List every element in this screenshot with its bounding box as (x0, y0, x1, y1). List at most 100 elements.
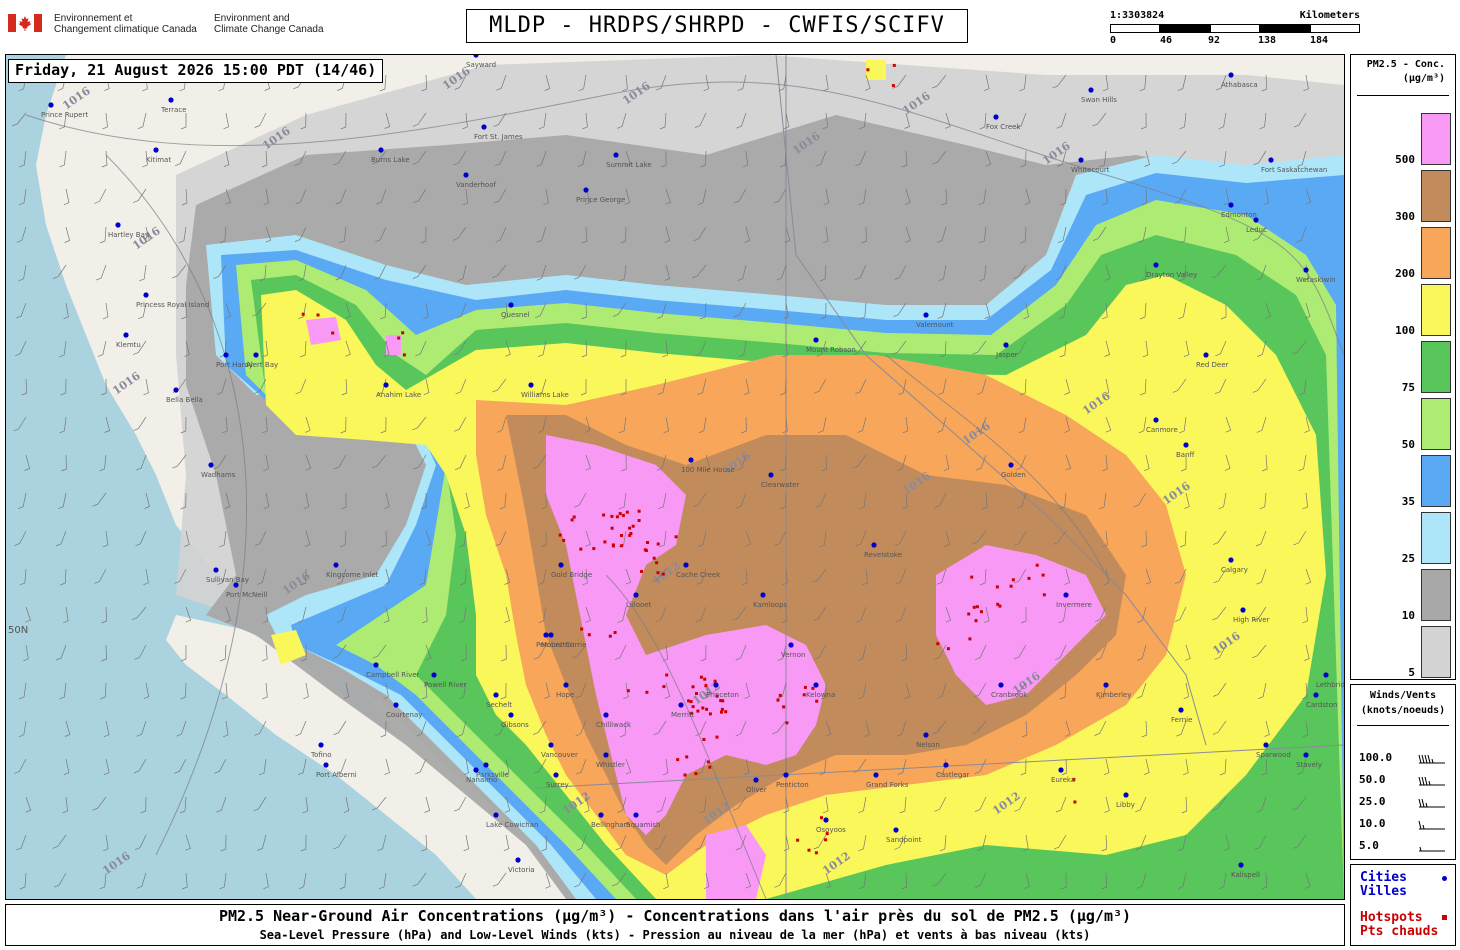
hotspot-marker[interactable] (687, 699, 691, 703)
hotspot-marker[interactable] (558, 533, 562, 537)
hotspot-marker[interactable] (696, 709, 700, 713)
hotspot-marker[interactable] (685, 755, 689, 759)
hotspot-marker[interactable] (701, 706, 705, 710)
hotspot-marker[interactable] (708, 765, 712, 769)
hotspot-marker[interactable] (610, 526, 614, 530)
hotspot-marker[interactable] (974, 619, 978, 623)
hotspot-marker[interactable] (580, 627, 584, 631)
hotspot-marker[interactable] (620, 534, 623, 537)
hotspot-marker[interactable] (724, 710, 728, 714)
hotspot-marker[interactable] (998, 604, 1002, 608)
hotspot-marker[interactable] (402, 353, 406, 357)
hotspot-marker[interactable] (972, 605, 976, 609)
hotspot-marker[interactable] (1042, 593, 1046, 597)
hotspot-marker[interactable] (702, 738, 706, 741)
hotspot-marker[interactable] (608, 634, 612, 638)
hotspot-marker[interactable] (715, 735, 719, 739)
hotspot-marker[interactable] (646, 541, 649, 544)
hotspot-marker[interactable] (807, 848, 811, 852)
hotspot-marker[interactable] (970, 575, 974, 579)
hotspot-marker[interactable] (662, 685, 666, 689)
hotspot-marker[interactable] (720, 710, 723, 714)
hotspot-marker[interactable] (625, 510, 629, 514)
hotspot-marker[interactable] (820, 816, 823, 820)
hotspot-marker[interactable] (694, 772, 698, 776)
hotspot-marker[interactable] (610, 514, 614, 518)
hotspot-marker[interactable] (331, 331, 335, 335)
hotspot-marker[interactable] (967, 612, 971, 616)
hotspot-marker[interactable] (776, 698, 780, 702)
hotspot-marker[interactable] (620, 544, 624, 548)
hotspot-marker[interactable] (892, 63, 896, 67)
hotspot-marker[interactable] (637, 509, 641, 513)
hotspot-marker[interactable] (803, 685, 807, 689)
hotspot-marker[interactable] (1041, 573, 1045, 577)
hotspot-marker[interactable] (811, 686, 815, 690)
hotspot-marker[interactable] (683, 773, 687, 777)
hotspot-marker[interactable] (645, 690, 649, 694)
hotspot-marker[interactable] (708, 712, 712, 716)
hotspot-marker[interactable] (946, 647, 950, 651)
hotspot-marker[interactable] (631, 524, 635, 528)
hotspot-marker[interactable] (782, 705, 786, 709)
hotspot-marker[interactable] (721, 699, 725, 703)
hotspot-marker[interactable] (778, 693, 782, 697)
hotspot-marker[interactable] (652, 556, 656, 560)
hotspot-marker[interactable] (603, 540, 607, 544)
hotspot-marker[interactable] (814, 851, 818, 855)
hotspot-marker[interactable] (301, 312, 305, 316)
hotspot-marker[interactable] (785, 721, 789, 725)
hotspot-marker[interactable] (1011, 578, 1015, 582)
hotspot-marker[interactable] (704, 684, 708, 688)
hotspot-marker[interactable] (579, 547, 583, 551)
hotspot-marker[interactable] (656, 542, 660, 546)
hotspot-marker[interactable] (655, 561, 659, 565)
hotspot-marker[interactable] (691, 685, 695, 689)
hotspot-marker[interactable] (703, 677, 707, 681)
hotspot-marker[interactable] (706, 760, 710, 764)
smoke-forecast-map[interactable]: 50N 1016 1016 1016 1016 1016 1016 1016 1016 1016… (5, 54, 1345, 900)
hotspot-marker[interactable] (674, 535, 678, 539)
hotspot-marker[interactable] (796, 838, 800, 842)
hotspot-marker[interactable] (699, 675, 703, 679)
hotspot-marker[interactable] (397, 336, 401, 340)
hotspot-marker[interactable] (618, 512, 622, 516)
hotspot-marker[interactable] (705, 707, 709, 711)
hotspot-marker[interactable] (587, 633, 591, 637)
hotspot-marker[interactable] (1035, 563, 1039, 567)
hotspot-marker[interactable] (570, 518, 574, 522)
hotspot-marker[interactable] (975, 605, 979, 609)
hotspot-marker[interactable] (1027, 576, 1031, 580)
hotspot-marker[interactable] (572, 515, 576, 519)
hotspot-marker[interactable] (1073, 800, 1077, 804)
hotspot-marker[interactable] (628, 526, 632, 530)
hotspot-marker[interactable] (824, 838, 828, 842)
hotspot-marker[interactable] (980, 610, 983, 614)
hotspot-marker[interactable] (592, 547, 596, 550)
hotspot-marker[interactable] (866, 68, 870, 72)
map-canvas[interactable]: 50N 101610161016101610161016101610161016… (6, 55, 1344, 899)
hotspot-marker[interactable] (640, 570, 643, 573)
hotspot-marker[interactable] (720, 707, 724, 711)
hotspot-marker[interactable] (621, 513, 625, 517)
hotspot-marker[interactable] (602, 513, 606, 517)
hotspot-marker[interactable] (995, 585, 999, 589)
hotspot-marker[interactable] (713, 679, 717, 683)
hotspot-marker[interactable] (626, 689, 630, 693)
hotspot-marker[interactable] (637, 519, 641, 522)
hotspot-marker[interactable] (316, 313, 320, 317)
hotspot-marker[interactable] (676, 758, 680, 762)
hotspot-marker[interactable] (628, 533, 632, 537)
hotspot-marker[interactable] (613, 631, 617, 634)
hotspot-marker[interactable] (665, 673, 669, 677)
hotspot-marker[interactable] (691, 705, 695, 709)
hotspot-marker[interactable] (401, 331, 405, 335)
hotspot-marker[interactable] (1009, 584, 1013, 588)
hotspot-marker[interactable] (891, 84, 895, 88)
hotspot-marker[interactable] (968, 637, 972, 641)
hotspot-marker[interactable] (661, 572, 665, 576)
hotspot-marker[interactable] (615, 515, 619, 519)
hotspot-marker[interactable] (643, 548, 647, 552)
hotspot-marker[interactable] (815, 699, 819, 703)
hotspot-marker[interactable] (611, 544, 615, 548)
